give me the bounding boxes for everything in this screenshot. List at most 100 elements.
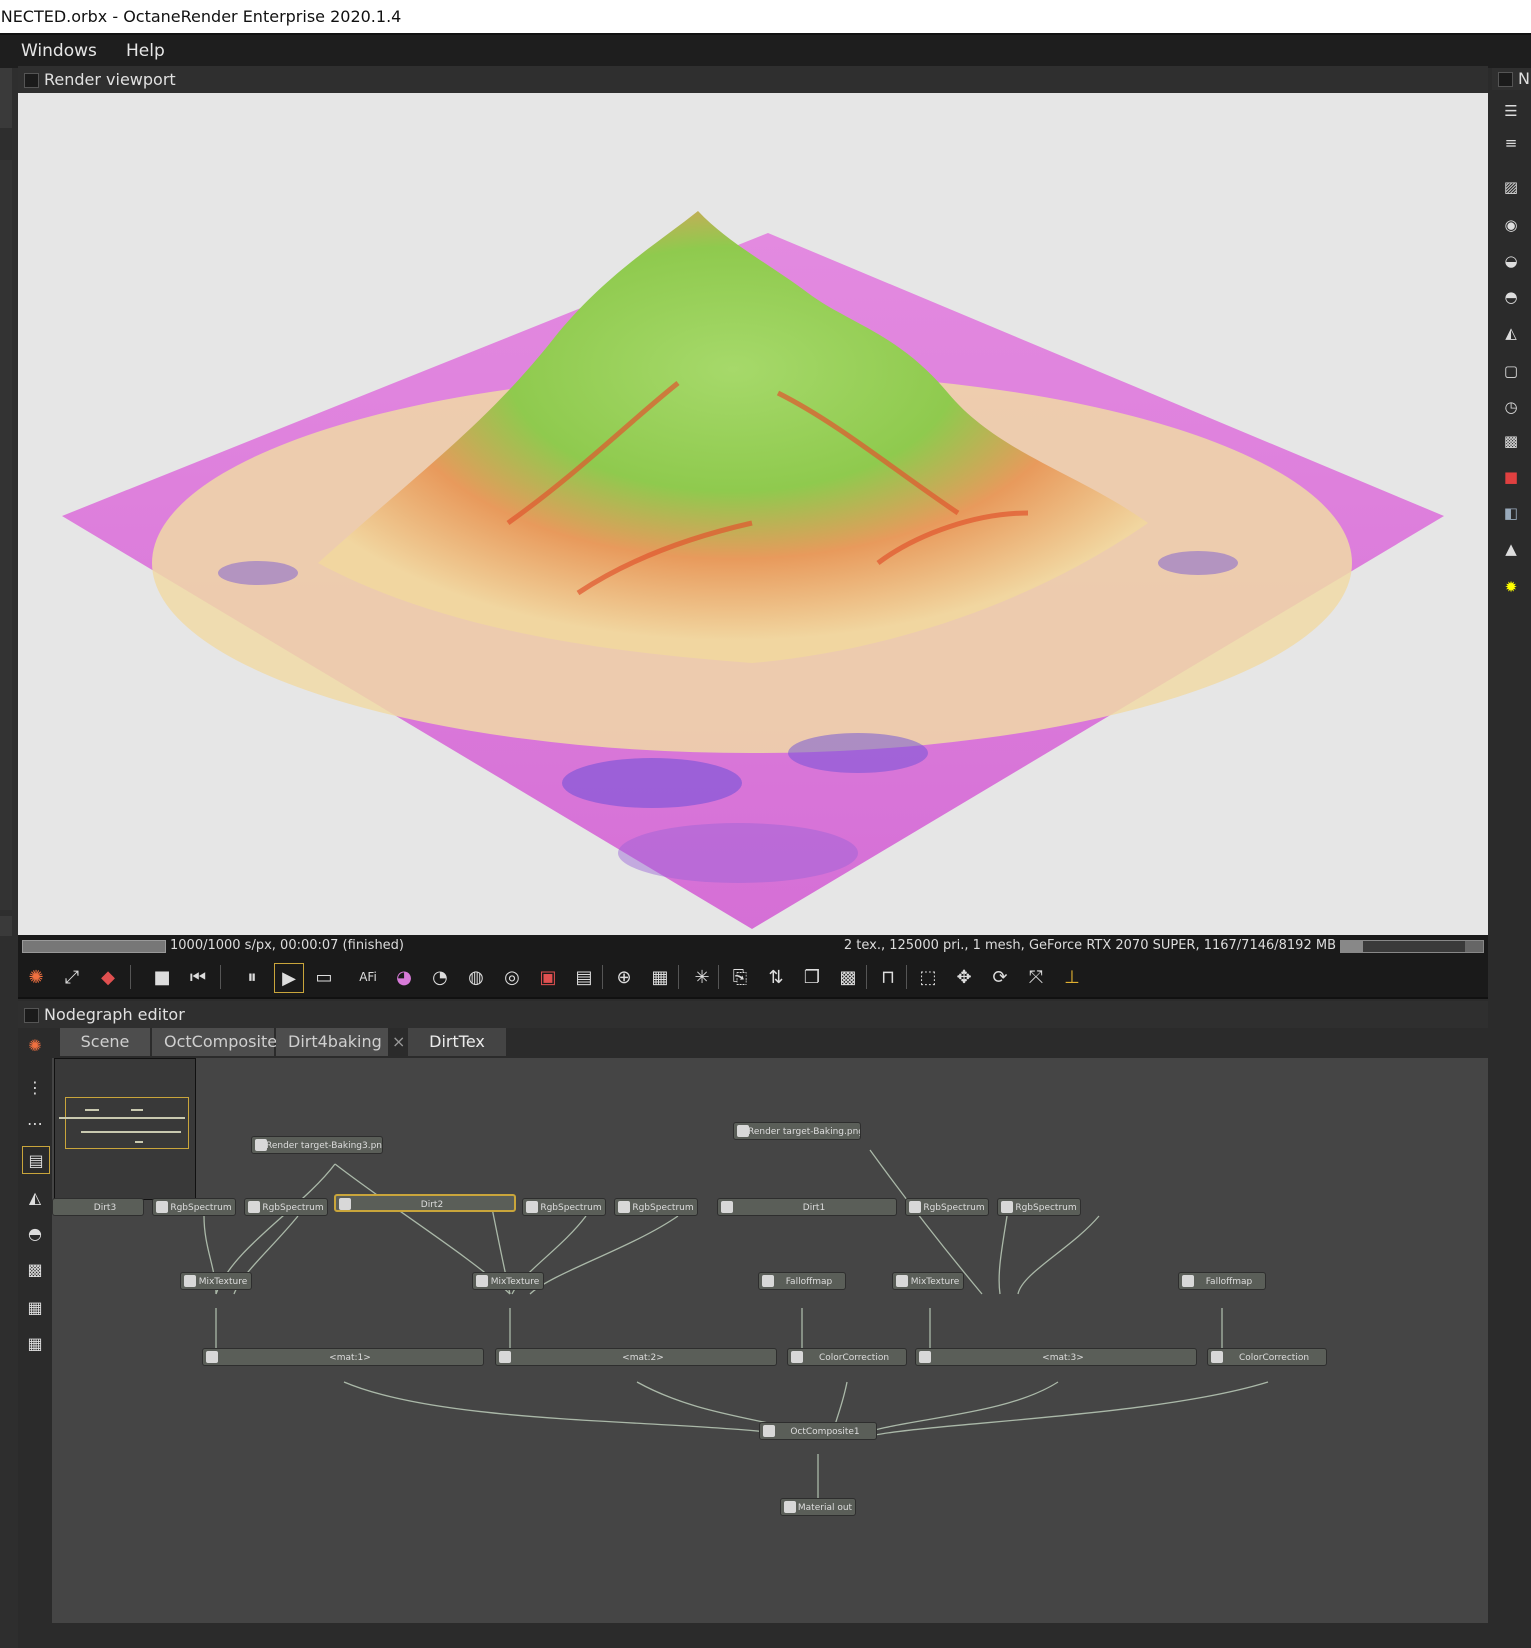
move-icon[interactable]: ✥ — [950, 963, 978, 991]
focus-picker-icon[interactable]: ◔ — [426, 963, 454, 991]
layers-icon[interactable]: ☰ — [1500, 100, 1522, 122]
node-dirt1[interactable]: Dirt1 — [717, 1198, 897, 1216]
frame-icon[interactable]: ▢ — [1500, 360, 1522, 382]
node-rgbspectrum[interactable]: RgbSpectrum — [522, 1198, 606, 1216]
region-render-icon[interactable]: ▣ — [534, 963, 562, 991]
node-rgbspectrum[interactable]: RgbSpectrum — [905, 1198, 989, 1216]
checker-icon[interactable]: ▦ — [646, 963, 674, 991]
grid-red-icon[interactable]: ▦ — [22, 1294, 48, 1320]
render-viewport-title: Render viewport — [44, 70, 176, 89]
left-dock-panel[interactable] — [0, 916, 12, 936]
render-status-right: 2 tex., 125000 pri., 1 mesh, GeForce RTX… — [843, 938, 1336, 953]
render-progress-bar — [22, 940, 166, 953]
node-falloffmap[interactable]: Falloffmap — [758, 1272, 846, 1290]
nodegraph-toolbar: ✺ ⋮ ⋯ ▤ ◭ ◓ ▩ ▦ ▦ — [18, 1028, 52, 1618]
grid-icon[interactable]: ▦ — [22, 1330, 48, 1356]
white-balance-icon[interactable]: ◍ — [462, 963, 490, 991]
menu-help[interactable]: Help — [126, 35, 165, 68]
octane-logo-icon[interactable]: ✺ — [22, 1032, 48, 1058]
node-mat2[interactable]: <mat:2> — [495, 1348, 777, 1366]
tab-dirt4baking[interactable]: Dirt4baking — [276, 1028, 388, 1056]
left-dock-panel[interactable] — [0, 68, 12, 128]
film-region-icon[interactable]: ▤ — [570, 963, 598, 991]
tab-scene[interactable]: Scene — [60, 1028, 150, 1056]
list-icon[interactable]: ≡ — [1500, 132, 1522, 154]
texture-icon[interactable]: ◭ — [1500, 322, 1522, 344]
node-falloffmap[interactable]: Falloffmap — [1178, 1272, 1266, 1290]
node-rgbspectrum[interactable]: RgbSpectrum — [244, 1198, 328, 1216]
red-cube-icon[interactable]: ■ — [1500, 466, 1522, 488]
checker-node-icon[interactable]: ▩ — [22, 1256, 48, 1282]
minimap-toggle-icon[interactable]: ▤ — [22, 1146, 50, 1174]
restart-render-button[interactable]: ⏮ — [184, 963, 212, 991]
node-dirt2[interactable]: Dirt2 — [334, 1194, 516, 1212]
export-icon[interactable]: ▩ — [834, 963, 862, 991]
light-icon[interactable]: ✹ — [1500, 576, 1522, 598]
node-rgbspectrum[interactable]: RgbSpectrum — [997, 1198, 1081, 1216]
transform-icon[interactable]: ▩ — [1500, 430, 1522, 452]
node-render-target-baking[interactable]: Render target-Baking.png — [733, 1122, 861, 1140]
geometry-icon[interactable]: ◧ — [1500, 502, 1522, 524]
render-viewport[interactable] — [18, 93, 1488, 935]
zoom-icon[interactable]: ⊕ — [610, 963, 638, 991]
menu-windows[interactable]: Windows — [21, 35, 97, 68]
start-render-button[interactable]: ▶ — [274, 963, 304, 993]
node-mat3[interactable]: <mat:3> — [915, 1348, 1197, 1366]
node-mixtexture[interactable]: MixTexture — [180, 1272, 252, 1290]
left-dock-strip — [0, 68, 18, 1648]
tab-octcomposite1[interactable]: OctComposite1 — [152, 1028, 287, 1056]
left-dock-panel[interactable] — [0, 160, 12, 910]
save-passes-icon[interactable]: ❐ — [798, 963, 826, 991]
lock-viewport-icon[interactable]: ⊓ — [874, 963, 902, 991]
node-colorcorrection[interactable]: ColorCorrection — [1207, 1348, 1327, 1366]
node-material-out[interactable]: Material out — [780, 1498, 856, 1516]
octane-logo-icon[interactable]: ✺ — [22, 963, 50, 991]
node-mixtexture[interactable]: MixTexture — [892, 1272, 964, 1290]
right-panel-title: N — [1518, 69, 1530, 88]
node-mixtexture[interactable]: MixTexture — [472, 1272, 544, 1290]
nodegraph-editor-checkbox[interactable] — [24, 1008, 39, 1023]
node-dirt3[interactable]: Dirt3 — [52, 1198, 144, 1216]
scale-icon[interactable]: ⤧ — [1022, 963, 1050, 991]
realtime-render-icon[interactable]: ▭ — [310, 963, 338, 991]
node-rgbspectrum[interactable]: RgbSpectrum — [614, 1198, 698, 1216]
window-titlebar: INECTED.orbx - OctaneRender Enterprise 2… — [0, 0, 1531, 33]
node-render-target-baking3[interactable]: Render target-Baking3.png — [251, 1136, 383, 1154]
copy-clipboard-icon[interactable]: ⎘ — [726, 963, 754, 991]
render-viewport-checkbox[interactable] — [24, 73, 39, 88]
auto-layout-icon[interactable]: ⋯ — [22, 1110, 48, 1136]
stop-render-button[interactable]: ■ — [148, 963, 176, 991]
right-panel-header: N — [1492, 68, 1531, 90]
viewport-cube-icon[interactable]: ⬚ — [914, 963, 942, 991]
cube-color-icon[interactable]: ◆ — [94, 963, 122, 991]
right-panel-checkbox[interactable] — [1498, 72, 1513, 87]
image-icon[interactable]: ▨ — [1500, 176, 1522, 198]
material-picker-icon[interactable]: ◎ — [498, 963, 526, 991]
recenter-view-icon[interactable]: ⤢ — [58, 963, 86, 991]
clock-icon[interactable]: ◷ — [1500, 396, 1522, 418]
save-render-icon[interactable]: ⇅ — [762, 963, 790, 991]
right-dock-strip: N ☰ ≡ ▨ ◉ ◒ ◓ ◭ ▢ ◷ ▩ ■ ◧ ▲ ✹ — [1492, 68, 1531, 1648]
texture-node-icon[interactable]: ◭ — [22, 1184, 48, 1210]
rotate-icon[interactable]: ⟳ — [986, 963, 1014, 991]
node-rgbspectrum[interactable]: RgbSpectrum — [152, 1198, 236, 1216]
node-octcomposite1[interactable]: OctComposite1 — [759, 1422, 877, 1440]
pause-render-button[interactable]: ⏸ — [238, 963, 266, 991]
world-axis-icon[interactable]: ⊥ — [1058, 963, 1086, 991]
material-icon[interactable]: ◓ — [1500, 286, 1522, 308]
node-colorcorrection[interactable]: ColorCorrection — [787, 1348, 907, 1366]
lock-resolution-icon[interactable]: ✳ — [688, 963, 716, 991]
nodegraph-canvas[interactable]: Render target-Baking3.png Render target-… — [52, 1058, 1488, 1623]
tab-dirttex[interactable]: DirtTex — [408, 1028, 506, 1056]
camera-icon[interactable]: ◉ — [1500, 214, 1522, 236]
close-tab-icon[interactable]: × — [392, 1028, 406, 1056]
image-output-icon[interactable]: ▲ — [1500, 538, 1522, 560]
arrange-nodes-icon[interactable]: ⋮ — [22, 1074, 48, 1100]
node-mat1[interactable]: <mat:1> — [202, 1348, 484, 1366]
environment-icon[interactable]: ◒ — [1500, 250, 1522, 272]
material-node-icon[interactable]: ◓ — [22, 1220, 48, 1246]
color-picker-icon[interactable]: ◕ — [390, 963, 418, 991]
render-viewport-header: Render viewport — [18, 66, 1488, 93]
aov-icon[interactable]: AFi — [354, 963, 382, 991]
nodegraph-editor-title: Nodegraph editor — [44, 1005, 185, 1024]
